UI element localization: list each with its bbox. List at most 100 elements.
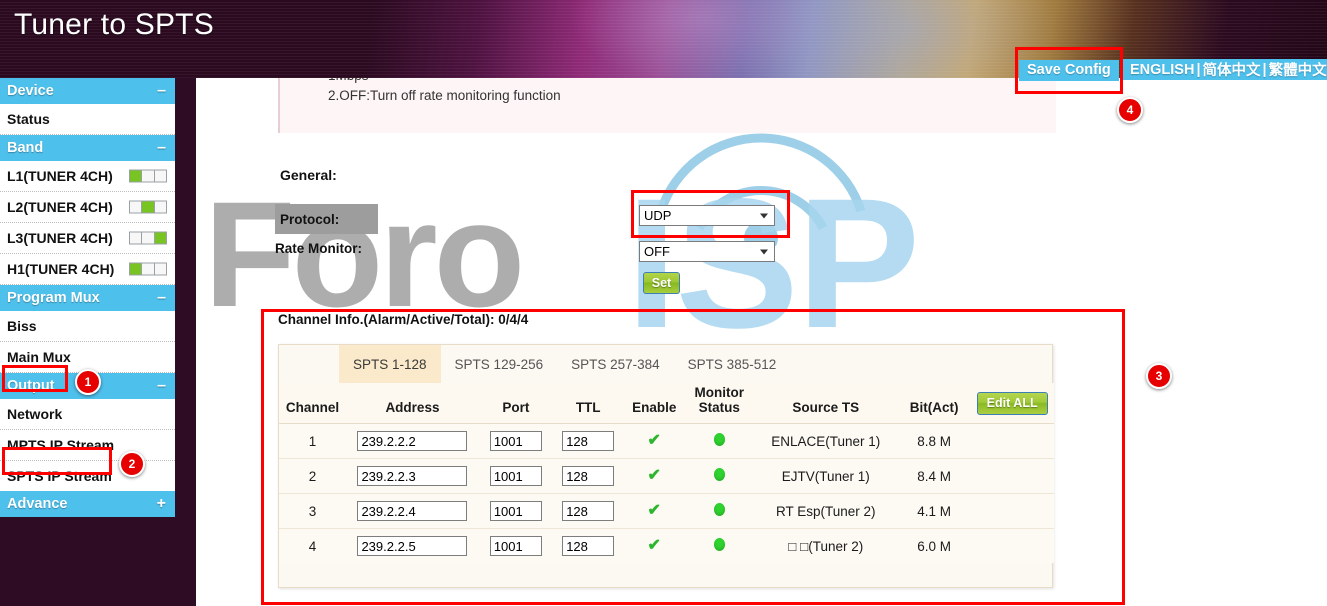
header-enable: Enable — [623, 383, 685, 424]
sidebar-item-label: L2(TUNER 4CH) — [7, 199, 113, 215]
tab-spts-1-128[interactable]: SPTS 1-128 — [339, 345, 441, 383]
cell-monitor-status — [684, 458, 754, 494]
sidebar-item-mpts-ip-stream[interactable]: MPTS IP Stream — [0, 430, 175, 461]
cell-channel: 3 — [279, 493, 347, 529]
sidebar-group-label: Program Mux — [7, 290, 100, 306]
status-dot-icon — [713, 468, 725, 481]
ttl-input[interactable] — [562, 466, 615, 486]
port-input[interactable] — [489, 466, 542, 486]
header-monitor-status: Monitor Status — [684, 383, 754, 424]
cell-port — [478, 458, 553, 494]
collapse-minus-icon[interactable]: – — [157, 289, 166, 307]
rate-monitor-select[interactable]: OFF — [639, 241, 775, 262]
port-input[interactable] — [489, 431, 542, 451]
edit-all-button[interactable]: Edit ALL — [976, 392, 1048, 415]
cell-bit-act: 6.0 M — [898, 528, 971, 563]
sidebar-item-spts-ip-stream[interactable]: SPTS IP Stream — [0, 461, 175, 491]
cell-row-action — [970, 528, 1054, 563]
language-switcher[interactable]: ENGLISH | 简体中文 | 繁體中文 — [1121, 59, 1327, 80]
band-indicator-icon — [129, 262, 167, 276]
lang-english[interactable]: ENGLISH — [1130, 62, 1194, 78]
header-edit-all-cell: Edit ALL — [970, 383, 1054, 424]
sidebar-group-advance[interactable]: Advance + — [0, 491, 175, 517]
sidebar-item-label: Biss — [7, 318, 37, 334]
table-row: 4 ✔ □ □(Tuner 2) 6.0 M — [279, 528, 1054, 563]
lang-traditional-chinese[interactable]: 繁體中文 — [1269, 59, 1327, 80]
address-input[interactable] — [357, 431, 468, 451]
band-indicator-icon — [129, 169, 167, 183]
sidebar-item-l1-tuner[interactable]: L1(TUNER 4CH) — [0, 161, 175, 192]
chevron-down-icon[interactable] — [760, 249, 768, 254]
ttl-input[interactable] — [562, 431, 615, 451]
collapse-minus-icon[interactable]: – — [157, 82, 166, 100]
address-input[interactable] — [357, 536, 468, 556]
band-indicator-icon — [129, 200, 167, 214]
cell-bit-act: 8.4 M — [898, 458, 971, 494]
port-input[interactable] — [489, 501, 542, 521]
notice-line-2: 2.OFF:Turn off rate monitoring function — [328, 88, 561, 103]
cell-bit-act: 4.1 M — [898, 493, 971, 529]
tab-spts-129-256[interactable]: SPTS 129-256 — [441, 345, 558, 383]
sidebar-group-band[interactable]: Band – — [0, 135, 175, 161]
cell-address — [346, 458, 479, 494]
spts-channel-table: Channel Address Port TTL Enable Monitor … — [279, 383, 1054, 563]
sidebar-group-program-mux[interactable]: Program Mux – — [0, 285, 175, 311]
cell-bit-act: 8.8 M — [898, 423, 971, 459]
cell-monitor-status — [684, 528, 754, 563]
ttl-input[interactable] — [562, 501, 615, 521]
status-dot-icon — [713, 433, 725, 446]
sidebar-item-network[interactable]: Network — [0, 399, 175, 430]
cell-address — [346, 493, 479, 529]
cell-source-ts: EJTV(Tuner 1) — [753, 458, 898, 494]
main-content: Foro ISP 1Mbps 2.OFF:Turn off rate monit… — [196, 78, 1327, 606]
chevron-down-icon[interactable] — [760, 213, 768, 218]
set-button[interactable]: Set — [643, 272, 680, 294]
header-ttl: TTL — [552, 383, 624, 424]
notice-line-1: 1Mbps — [328, 78, 369, 83]
expand-plus-icon[interactable]: + — [157, 495, 166, 513]
sidebar-item-status[interactable]: Status — [0, 104, 175, 135]
cell-ttl — [552, 493, 624, 529]
cell-row-action — [970, 493, 1054, 529]
check-icon: ✔ — [647, 537, 661, 554]
tab-spts-385-512[interactable]: SPTS 385-512 — [674, 345, 791, 383]
rate-monitor-select-value: OFF — [644, 244, 670, 259]
protocol-select[interactable]: UDP — [639, 205, 775, 226]
sidebar-item-biss[interactable]: Biss — [0, 311, 175, 342]
cell-monitor-status — [684, 423, 754, 459]
tab-spts-257-384[interactable]: SPTS 257-384 — [557, 345, 674, 383]
sidebar-item-l3-tuner[interactable]: L3(TUNER 4CH) — [0, 223, 175, 254]
lang-simplified-chinese[interactable]: 简体中文 — [1203, 59, 1261, 80]
cell-ttl — [552, 528, 624, 563]
spts-panel: SPTS 1-128 SPTS 129-256 SPTS 257-384 SPT… — [278, 344, 1054, 588]
cell-ttl — [552, 423, 624, 459]
table-header-row: Channel Address Port TTL Enable Monitor … — [279, 383, 1054, 424]
sidebar-group-device[interactable]: Device – — [0, 78, 175, 104]
collapse-minus-icon[interactable]: – — [157, 139, 166, 157]
rate-monitor-label: Rate Monitor: — [275, 241, 362, 256]
port-input[interactable] — [489, 536, 542, 556]
sidebar-item-l2-tuner[interactable]: L2(TUNER 4CH) — [0, 192, 175, 223]
cell-channel: 1 — [279, 423, 347, 459]
status-dot-icon — [713, 538, 725, 551]
sidebar-item-h1-tuner[interactable]: H1(TUNER 4CH) — [0, 254, 175, 285]
rate-monitor-notice: 1Mbps 2.OFF:Turn off rate monitoring fun… — [278, 78, 1056, 133]
cell-channel: 2 — [279, 458, 347, 494]
watermark-isp: ISP — [626, 161, 920, 367]
cell-channel: 4 — [279, 528, 347, 563]
cell-port — [478, 528, 553, 563]
sidebar-item-label: Main Mux — [7, 349, 71, 365]
ttl-input[interactable] — [562, 536, 615, 556]
header-channel: Channel — [279, 383, 347, 424]
protocol-select-value: UDP — [644, 208, 672, 223]
save-config-button[interactable]: Save Config — [1019, 60, 1119, 81]
sidebar-group-label: Band — [7, 140, 44, 156]
sidebar-item-label: H1(TUNER 4CH) — [7, 261, 115, 277]
collapse-minus-icon[interactable]: – — [157, 377, 166, 395]
address-input[interactable] — [357, 501, 468, 521]
sidebar-group-label: Output — [7, 378, 55, 394]
header-port: Port — [478, 383, 553, 424]
page-title: Tuner to SPTS — [14, 8, 214, 41]
address-input[interactable] — [357, 466, 468, 486]
cell-enable: ✔ — [623, 423, 685, 459]
